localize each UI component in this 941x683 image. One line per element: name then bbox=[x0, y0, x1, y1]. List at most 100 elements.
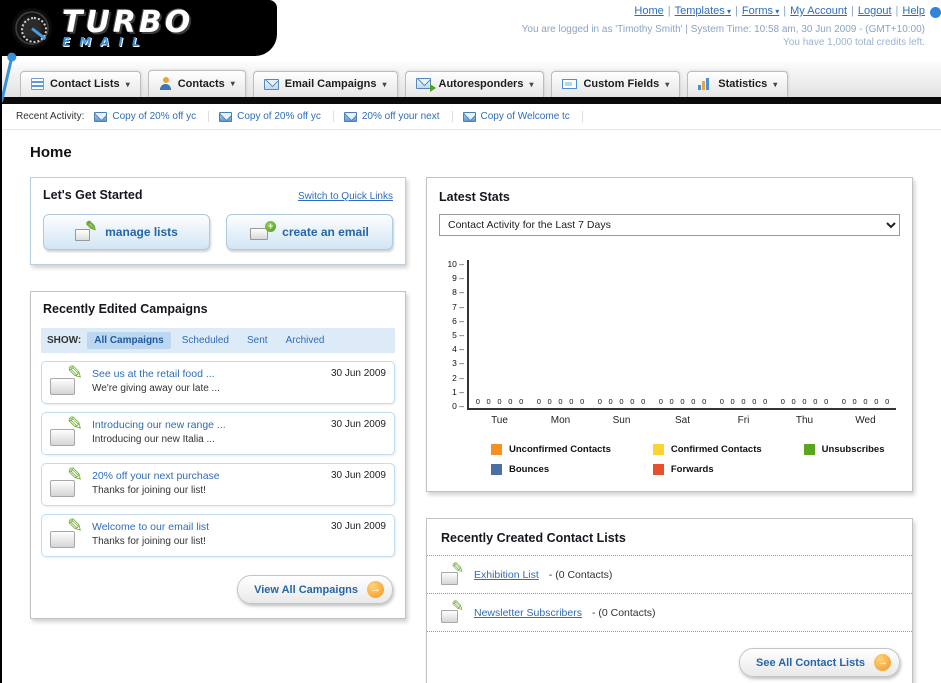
tab-all-campaigns[interactable]: All Campaigns bbox=[87, 332, 171, 349]
legend-item: Confirmed Contacts bbox=[652, 444, 762, 455]
view-all-campaigns-button[interactable]: View All Campaigns bbox=[237, 575, 393, 604]
tab-custom-fields[interactable]: Custom Fields bbox=[551, 71, 681, 97]
bar-value-label: 0 bbox=[658, 397, 663, 406]
x-axis-label: Mon bbox=[550, 415, 571, 426]
tab-label: Custom Fields bbox=[583, 78, 660, 90]
latest-stats-title: Latest Stats bbox=[439, 190, 510, 204]
contact-list-item[interactable]: Newsletter Subscribers - (0 Contacts) bbox=[427, 594, 912, 632]
email-pencil-icon bbox=[50, 368, 83, 395]
bar-value-label: 0 bbox=[641, 397, 646, 406]
campaign-list-item[interactable]: Introducing our new range ... Introducin… bbox=[41, 412, 395, 455]
link-my-account[interactable]: My Account bbox=[790, 5, 847, 17]
contact-list-count: - (0 Contacts) bbox=[591, 606, 656, 619]
campaign-list-item[interactable]: 20% off your next purchase Thanks for jo… bbox=[41, 463, 395, 506]
create-email-label: create an email bbox=[282, 225, 369, 239]
campaign-title-link[interactable]: Welcome to our email list bbox=[92, 521, 322, 533]
see-all-contact-lists-label: See All Contact Lists bbox=[755, 656, 865, 669]
logo[interactable]: TURBO EMAIL bbox=[2, 0, 277, 56]
pencil-paper-icon bbox=[75, 223, 96, 241]
campaign-list-item[interactable]: Welcome to our email list Thanks for joi… bbox=[41, 514, 395, 557]
link-separator: | bbox=[851, 5, 854, 17]
login-info: You are logged in as 'Timothy Smith' | S… bbox=[521, 24, 925, 35]
envelope-icon bbox=[462, 111, 476, 122]
contact-list-item[interactable]: Exhibition List - (0 Contacts) bbox=[427, 556, 912, 594]
link-logout[interactable]: Logout bbox=[858, 5, 892, 17]
tab-statistics[interactable]: Statistics bbox=[687, 71, 789, 97]
tab-email-campaigns[interactable]: Email Campaigns bbox=[252, 71, 398, 97]
contacts-icon bbox=[159, 77, 172, 90]
link-separator: | bbox=[667, 5, 671, 17]
bar-value-label: 0 bbox=[791, 397, 796, 406]
bar-value-label: 0 bbox=[669, 397, 674, 406]
contact-list-link[interactable]: Exhibition List bbox=[474, 569, 539, 581]
bar-group: 00000 bbox=[652, 397, 713, 407]
bar-value-label: 0 bbox=[719, 397, 724, 406]
stats-filter-select[interactable]: Contact Activity for the Last 7 Days bbox=[439, 214, 900, 236]
bar-value-label: 0 bbox=[802, 397, 807, 406]
campaign-title-link[interactable]: Introducing our new range ... bbox=[92, 419, 322, 431]
email-pencil-icon bbox=[50, 419, 83, 446]
blue-dot-decoration bbox=[930, 7, 941, 18]
tab-contact-lists[interactable]: Contact Lists bbox=[20, 71, 141, 97]
legend-item: Forwards bbox=[652, 464, 762, 475]
y-tick-label: 7 bbox=[437, 302, 464, 311]
recent-activity-link: Copy of Welcome tc bbox=[480, 111, 570, 122]
recent-activity-item[interactable]: 20% off your next bbox=[343, 111, 453, 122]
tab-label: Statistics bbox=[718, 78, 768, 90]
email-pencil-icon bbox=[50, 470, 83, 497]
envelope-icon bbox=[219, 111, 233, 122]
campaign-subtitle: Introducing our new Italia ... bbox=[92, 434, 215, 445]
main-nav: Contact Lists Contacts Email Campaigns A… bbox=[2, 62, 941, 97]
legend-label: Unconfirmed Contacts bbox=[509, 444, 611, 455]
latest-stats-panel: Latest Stats Contact Activity for the La… bbox=[426, 177, 913, 492]
contact-list-link[interactable]: Newsletter Subscribers bbox=[474, 607, 582, 619]
tab-sent[interactable]: Sent bbox=[240, 332, 275, 349]
contact-activity-chart: 109876543210 000000000000000000000000000… bbox=[427, 244, 912, 430]
link-home[interactable]: Home bbox=[634, 5, 663, 17]
y-tick-label: 6 bbox=[437, 317, 464, 326]
tab-contacts[interactable]: Contacts bbox=[147, 70, 246, 97]
y-tick-label: 9 bbox=[437, 274, 464, 283]
manage-lists-button[interactable]: manage lists bbox=[43, 214, 210, 250]
x-axis-label: Fri bbox=[737, 415, 750, 426]
tab-label: Contact Lists bbox=[50, 78, 120, 90]
link-templates[interactable]: Templates bbox=[675, 5, 731, 17]
link-help[interactable]: Help bbox=[902, 5, 925, 17]
see-all-contact-lists-button[interactable]: See All Contact Lists bbox=[738, 648, 900, 677]
left-column: Let's Get Started Switch to Quick Links … bbox=[30, 177, 406, 645]
recent-activity-item[interactable]: Copy of 20% off yc bbox=[94, 111, 210, 122]
tab-scheduled[interactable]: Scheduled bbox=[175, 332, 236, 349]
campaign-list-item[interactable]: See us at the retail food ... We're givi… bbox=[41, 361, 395, 404]
custom-fields-icon bbox=[562, 79, 578, 89]
recent-activity-item[interactable]: Copy of Welcome tc bbox=[462, 111, 583, 122]
link-forms[interactable]: Forms bbox=[742, 5, 779, 17]
campaign-date: 30 Jun 2009 bbox=[330, 368, 386, 379]
bar-value-label: 0 bbox=[608, 397, 613, 406]
tab-autoresponders[interactable]: Autoresponders bbox=[404, 71, 545, 97]
campaign-title-link[interactable]: 20% off your next purchase bbox=[92, 470, 322, 482]
link-separator: | bbox=[895, 5, 899, 17]
bar-value-label: 0 bbox=[475, 397, 480, 406]
logo-title: TURBO bbox=[62, 4, 194, 40]
chart-y-axis: 109876543210 bbox=[437, 260, 467, 410]
legend-swatch bbox=[803, 444, 815, 455]
recent-activity-item[interactable]: Copy of 20% off yc bbox=[219, 111, 334, 122]
x-axis-label: Tue bbox=[491, 415, 508, 426]
bar-value-label: 0 bbox=[558, 397, 563, 406]
legend-item: Bounces bbox=[491, 464, 611, 475]
chevron-down-icon bbox=[665, 80, 669, 89]
bar-value-label: 0 bbox=[519, 397, 524, 406]
bar-value-label: 0 bbox=[780, 397, 785, 406]
campaign-title-link[interactable]: See us at the retail food ... bbox=[92, 368, 322, 380]
show-label: SHOW: bbox=[47, 335, 82, 346]
chevron-down-icon bbox=[126, 80, 130, 89]
switch-quick-links-link[interactable]: Switch to Quick Links bbox=[298, 191, 393, 202]
x-axis-label: Wed bbox=[855, 415, 876, 426]
tab-archived[interactable]: Archived bbox=[279, 332, 332, 349]
create-email-button[interactable]: create an email bbox=[226, 214, 393, 250]
bar-value-label: 0 bbox=[619, 397, 624, 406]
bar-value-label: 0 bbox=[841, 397, 846, 406]
campaign-filter-tabs: SHOW: All Campaigns Scheduled Sent Archi… bbox=[41, 328, 395, 353]
top-header: TURBO EMAIL Home | Templates | Forms | My Acco… bbox=[2, 0, 941, 103]
chevron-down-icon bbox=[382, 80, 386, 89]
